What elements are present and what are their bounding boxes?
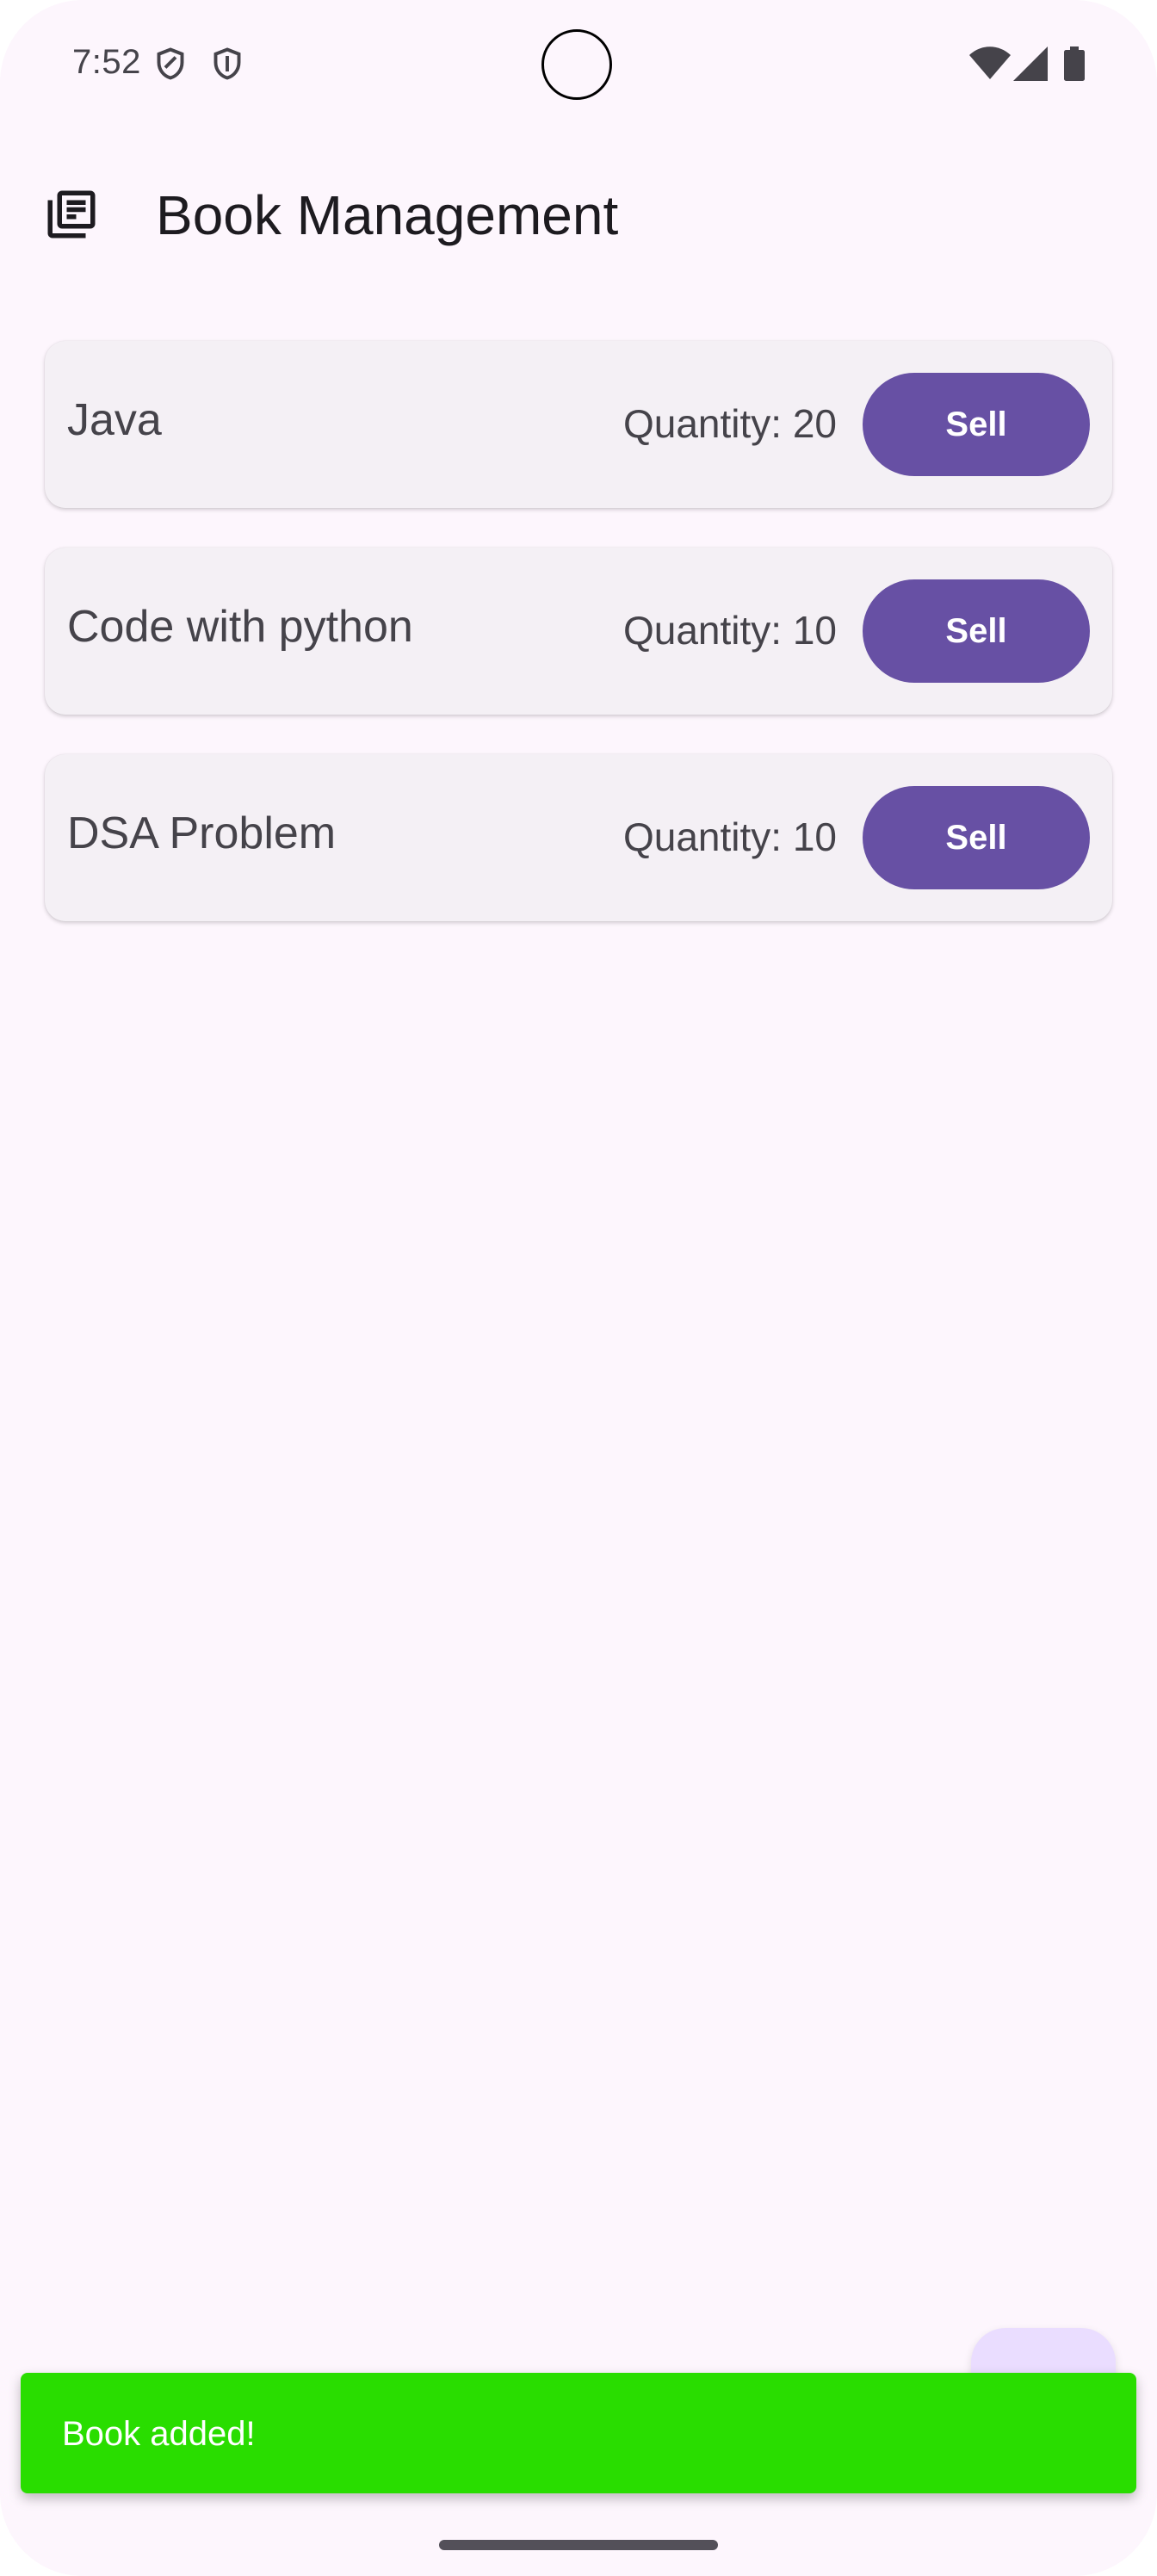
book-quantity: Quantity: 10: [622, 608, 837, 653]
top-app-bar: Book Management: [0, 164, 1157, 267]
snackbar-message: Book added!: [62, 2415, 256, 2453]
sell-button[interactable]: Sell: [863, 373, 1090, 476]
shield-icon: [213, 47, 241, 80]
battery-icon: [1064, 46, 1085, 81]
book-list: Java Quantity: 20 Sell Code with python …: [45, 341, 1112, 961]
cellular-signal-icon: [1013, 46, 1048, 81]
wifi-icon: [969, 46, 1011, 79]
status-bar: 7:52: [0, 0, 1157, 129]
sell-button[interactable]: Sell: [863, 579, 1090, 683]
book-quantity: Quantity: 20: [622, 401, 837, 446]
book-title: DSA Problem: [67, 808, 337, 858]
sell-button[interactable]: Sell: [863, 786, 1090, 889]
snackbar: Book added!: [21, 2373, 1136, 2493]
page-title: Book Management: [156, 184, 619, 246]
book-quantity: Quantity: 10: [622, 814, 837, 859]
book-title: Java: [67, 395, 162, 445]
shield-icon: [157, 47, 184, 80]
app-screen: 7:52 Book Management Java Quantity: 20 S…: [0, 0, 1157, 2576]
status-time: 7:52: [72, 43, 141, 81]
book-card: Code with python Quantity: 10 Sell: [45, 548, 1112, 715]
book-card: DSA Problem Quantity: 10 Sell: [45, 754, 1112, 921]
book-card: Java Quantity: 20 Sell: [45, 341, 1112, 508]
book-title: Code with python: [67, 602, 413, 652]
gesture-handle[interactable]: [439, 2540, 718, 2550]
camera-cutout: [541, 29, 612, 100]
library-books-icon: [47, 190, 96, 238]
